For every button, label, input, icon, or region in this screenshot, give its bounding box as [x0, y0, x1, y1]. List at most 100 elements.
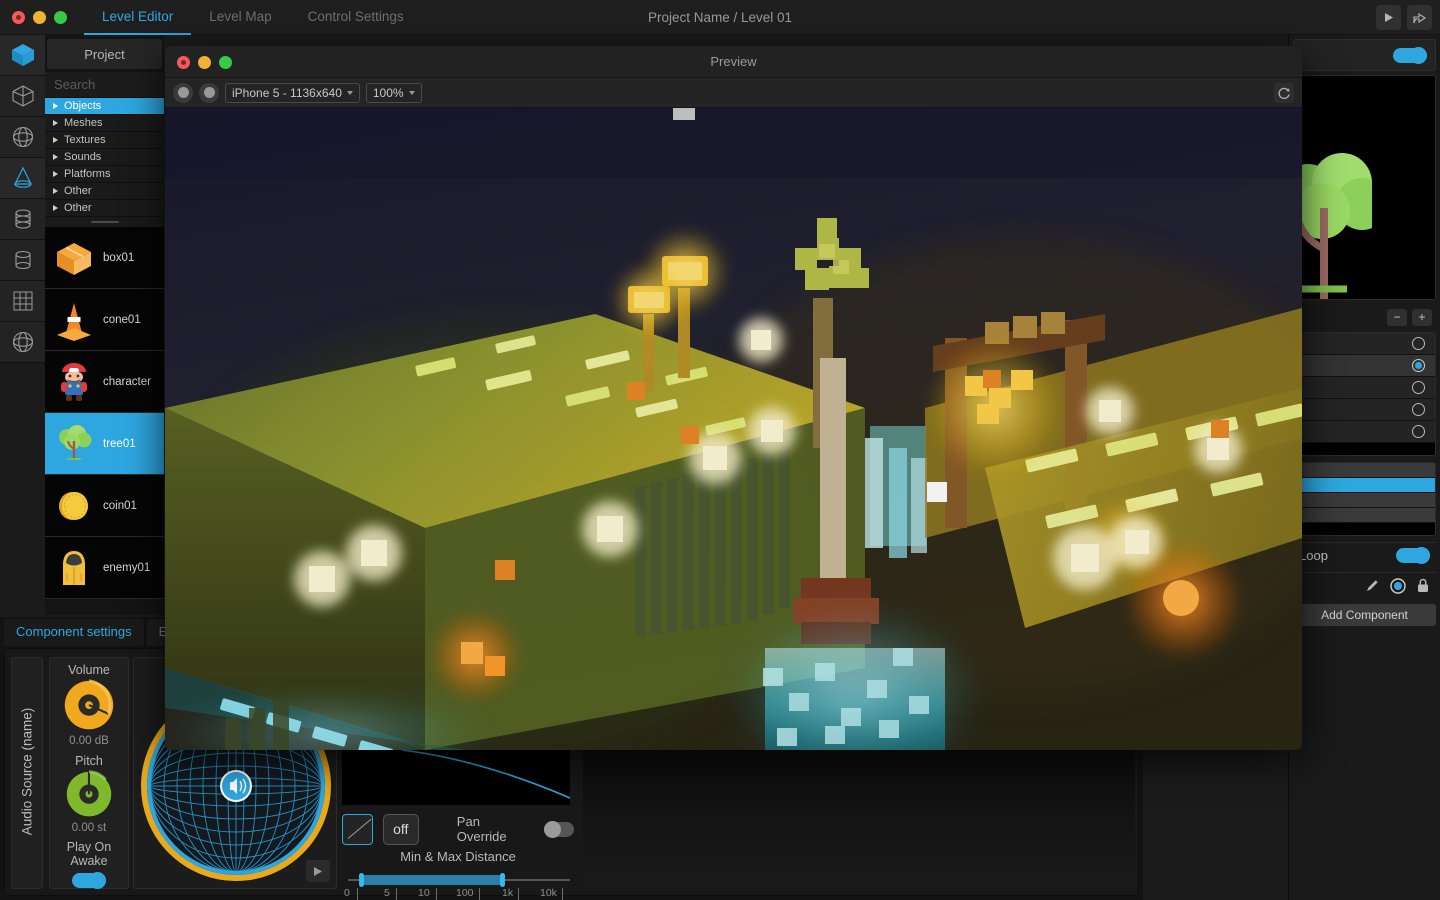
- zoom-button[interactable]: [54, 11, 67, 24]
- tree-item-textures[interactable]: Textures: [45, 132, 164, 149]
- loop-label: Loop: [1299, 548, 1328, 563]
- loop-toggle[interactable]: [1396, 547, 1430, 564]
- preview-sound-button[interactable]: [306, 860, 330, 882]
- inspector-enabled-toggle[interactable]: [1393, 47, 1427, 64]
- list-item[interactable]: character: [45, 351, 164, 413]
- window-traffic-lights: [12, 11, 67, 24]
- rolloff-curve-graph[interactable]: [342, 750, 570, 805]
- pencil-icon[interactable]: [1365, 578, 1380, 593]
- preview-window: Preview iPhone 5 - 1136x640 100%: [165, 46, 1302, 750]
- distance-tick-labels: 0 5 10 100 1k 10k: [342, 887, 574, 900]
- tree-item-sounds[interactable]: Sounds: [45, 149, 164, 166]
- rolloff-mode-button[interactable]: off: [382, 813, 419, 845]
- decrease-button[interactable]: −: [1387, 308, 1407, 326]
- volume-knob[interactable]: [60, 677, 118, 733]
- play-button[interactable]: [1376, 5, 1401, 30]
- tab-level-map[interactable]: Level Map: [191, 0, 289, 35]
- chevron-right-icon: [53, 103, 58, 109]
- tree-item-meshes[interactable]: Meshes: [45, 115, 164, 132]
- play-icon: [314, 866, 322, 876]
- record-icon[interactable]: [1390, 577, 1406, 594]
- bar-row[interactable]: [1294, 493, 1435, 508]
- search-input[interactable]: Search: [45, 72, 164, 98]
- volume-label: Volume: [68, 663, 110, 677]
- chevron-right-icon: [53, 205, 58, 211]
- play-on-awake-label: Awake: [70, 854, 108, 869]
- chevron-right-icon: [53, 188, 58, 194]
- preview-toolbar: iPhone 5 - 1136x640 100%: [165, 78, 1302, 108]
- bar-row[interactable]: [1294, 478, 1435, 493]
- minimize-button[interactable]: [33, 11, 46, 24]
- tree-item-label: Other: [64, 185, 92, 197]
- rail-item-sphere[interactable]: [0, 117, 45, 158]
- pitch-label: Pitch: [75, 754, 103, 769]
- rail-item-globe[interactable]: [0, 322, 45, 363]
- curve-edit-button[interactable]: [342, 813, 373, 845]
- preview-canvas[interactable]: [165, 108, 1302, 750]
- main-tab-bar: Level Editor Level Map Control Settings: [84, 0, 422, 35]
- zoom-select[interactable]: 100%: [365, 82, 422, 103]
- tree-item-platforms[interactable]: Platforms: [45, 166, 164, 183]
- device-select-label: iPhone 5 - 1136x640: [232, 85, 342, 100]
- inspector-stepper-row: − +: [1293, 304, 1436, 330]
- min-max-distance-slider[interactable]: [348, 873, 570, 887]
- radio-row[interactable]: [1294, 355, 1435, 377]
- orientation-landscape-button[interactable]: [199, 82, 219, 103]
- list-item[interactable]: coin01: [45, 475, 164, 537]
- list-item[interactable]: tree01: [45, 413, 164, 475]
- list-item-label: tree01: [103, 437, 136, 450]
- radio-icon: [1412, 381, 1425, 394]
- add-component-button[interactable]: Add Component: [1293, 604, 1436, 626]
- radio-row[interactable]: [1294, 421, 1435, 443]
- increase-button[interactable]: +: [1412, 308, 1432, 326]
- refresh-button[interactable]: [1274, 83, 1294, 103]
- object-thumbnail[interactable]: [1293, 75, 1436, 300]
- list-item[interactable]: enemy01: [45, 537, 164, 599]
- bar-row[interactable]: [1294, 508, 1435, 523]
- rail-item-cube[interactable]: [0, 35, 45, 76]
- play-on-awake-toggle[interactable]: [72, 872, 106, 890]
- tree-item-objects[interactable]: Objects: [45, 98, 164, 115]
- rail-item-plane-grid[interactable]: [0, 281, 45, 322]
- rail-item-cone[interactable]: [0, 158, 45, 199]
- play-on-label: Play On: [66, 840, 112, 855]
- inspector-header: [1293, 39, 1436, 71]
- radio-row[interactable]: [1294, 377, 1435, 399]
- tick-label: 0: [344, 887, 350, 899]
- tab-control-settings[interactable]: Control Settings: [290, 0, 422, 35]
- volume-value: 0.00 dB: [69, 735, 109, 748]
- tree-item-other-2[interactable]: Other: [45, 200, 164, 217]
- bar-row[interactable]: [1294, 463, 1435, 478]
- rail-item-cylinder[interactable]: [0, 240, 45, 281]
- list-item-label: enemy01: [103, 561, 151, 574]
- tree-item-other-1[interactable]: Other: [45, 183, 164, 200]
- inspector-bar-list: [1293, 462, 1436, 536]
- tree-item-label: Platforms: [64, 168, 111, 180]
- tree-item-label: Textures: [64, 134, 106, 146]
- list-item[interactable]: box01: [45, 227, 164, 289]
- pan-override-toggle[interactable]: [543, 820, 574, 838]
- tab-component-settings[interactable]: Component settings: [4, 619, 144, 646]
- radio-row[interactable]: [1294, 399, 1435, 421]
- audio-source-label: Audio Source (name): [11, 657, 43, 889]
- preview-title: Preview: [710, 54, 757, 69]
- project-tree: Objects Meshes Textures Sounds Platforms…: [45, 98, 164, 217]
- rail-item-wireframe-cube[interactable]: [0, 76, 45, 117]
- range-slider-track: [348, 873, 570, 887]
- tab-level-editor[interactable]: Level Editor: [84, 0, 192, 35]
- pitch-value: 0.00 st: [71, 822, 107, 835]
- project-header[interactable]: Project: [47, 39, 162, 69]
- share-button[interactable]: [1407, 5, 1432, 30]
- rail-item-capsule[interactable]: [0, 199, 45, 240]
- device-select[interactable]: iPhone 5 - 1136x640: [225, 82, 360, 103]
- pitch-knob[interactable]: [62, 768, 116, 820]
- list-item[interactable]: cone01: [45, 289, 164, 351]
- lock-icon[interactable]: [1416, 578, 1430, 593]
- radio-row[interactable]: [1294, 333, 1435, 355]
- panel-splitter[interactable]: [45, 217, 164, 227]
- orientation-portrait-button[interactable]: [173, 82, 193, 103]
- chevron-down-icon: [346, 90, 353, 95]
- tick-label: 10: [418, 887, 430, 899]
- close-button[interactable]: [12, 11, 25, 24]
- rolloff-curve-icon: [401, 750, 570, 799]
